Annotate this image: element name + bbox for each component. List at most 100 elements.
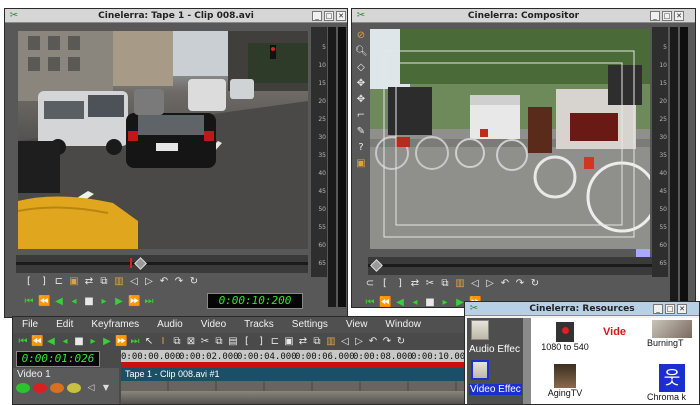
viewer-titlebar[interactable]: ✂ Cinelerra: Tape 1 - Clip 008.avi _ □ ✕ <box>5 9 347 23</box>
loop-icon[interactable]: ↻ <box>188 275 200 289</box>
undo-icon[interactable]: ↶ <box>158 275 170 289</box>
frame-forward-icon[interactable]: ▸ <box>98 295 110 309</box>
frame-forward-icon[interactable]: ▸ <box>439 296 451 307</box>
redo-icon[interactable]: ↷ <box>381 335 393 349</box>
cut-icon[interactable]: ✂ <box>199 335 211 349</box>
label-icon[interactable]: ▥ <box>113 275 125 289</box>
ibeam-tool-icon[interactable]: Ⅰ <box>157 335 169 349</box>
splice-icon[interactable]: ⊏ <box>53 275 65 289</box>
copy-icon[interactable]: ⧉ <box>439 277 451 291</box>
slider-handle[interactable] <box>134 257 147 270</box>
reverse-play-icon[interactable]: ◀ <box>394 296 406 307</box>
undo-icon[interactable]: ↶ <box>499 277 511 291</box>
out-point-icon[interactable]: ] <box>38 275 50 289</box>
folder-audio-effects[interactable]: Audio Effec <box>467 320 523 358</box>
frame-back-icon[interactable]: ◂ <box>59 335 71 349</box>
maximize-button[interactable]: □ <box>324 11 334 21</box>
next-label-icon[interactable]: ▷ <box>484 277 496 291</box>
out-point-icon[interactable]: ] <box>394 277 406 291</box>
compositor-position-slider[interactable] <box>368 257 652 275</box>
effect-agingtv[interactable]: AgingTV <box>537 364 593 404</box>
stop-icon[interactable]: ■ <box>83 295 95 309</box>
paste-icon[interactable]: ▤ <box>227 335 239 349</box>
prev-label-icon[interactable]: ◁ <box>469 277 481 291</box>
play-icon[interactable]: ▶ <box>101 335 113 349</box>
protect-icon[interactable]: ⊘ <box>355 29 367 43</box>
camera-icon[interactable]: ✥ <box>355 77 367 91</box>
minimize-button[interactable]: _ <box>650 11 660 21</box>
undo-icon[interactable]: ↶ <box>367 335 379 349</box>
safe-region-icon[interactable]: ▣ <box>355 157 367 171</box>
redo-icon[interactable]: ↷ <box>514 277 526 291</box>
loop-icon[interactable]: ↻ <box>529 277 541 291</box>
menu-settings[interactable]: Settings <box>283 317 337 333</box>
close-button[interactable]: ✕ <box>336 11 346 21</box>
help-icon[interactable]: ? <box>355 141 367 155</box>
frame-back-icon[interactable]: ◂ <box>68 295 80 309</box>
label-icon[interactable]: ▥ <box>454 277 466 291</box>
to-clip-icon[interactable]: ⇄ <box>83 275 95 289</box>
reverse-play-icon[interactable]: ◀ <box>45 335 57 349</box>
crop-icon[interactable]: ⌐ <box>355 109 367 123</box>
draw-media-icon[interactable] <box>67 383 81 393</box>
copy-icon[interactable]: ⧉ <box>98 275 110 289</box>
frame-forward-icon[interactable]: ▸ <box>87 335 99 349</box>
viewer-position-slider[interactable] <box>16 255 308 273</box>
copy-icon[interactable]: ⧉ <box>213 335 225 349</box>
effect-1080-to-540[interactable]: 1080 to 540 <box>537 322 593 356</box>
to-clip-icon[interactable]: ⇄ <box>409 277 421 291</box>
arm-track-icon[interactable] <box>33 383 47 393</box>
menu-view[interactable]: View <box>337 317 377 333</box>
play-icon[interactable]: ▶ <box>113 295 125 309</box>
fast-reverse-icon[interactable]: ⏪ <box>379 296 391 307</box>
go-in-icon[interactable]: ⊂ <box>364 277 376 291</box>
loop-icon[interactable]: ↻ <box>395 335 407 349</box>
stop-icon[interactable]: ■ <box>424 296 436 307</box>
fast-forward-icon[interactable]: ⏩ <box>128 295 140 309</box>
rewind-to-start-icon[interactable]: ⏮ <box>17 335 29 349</box>
overwrite-icon[interactable]: ▣ <box>283 335 295 349</box>
gang-icon[interactable] <box>50 383 64 393</box>
maximize-button[interactable]: □ <box>665 304 675 314</box>
menu-tracks[interactable]: Tracks <box>235 317 283 333</box>
mute-icon[interactable]: ◁ <box>84 383 98 393</box>
minimize-button[interactable]: _ <box>653 304 663 314</box>
menu-window[interactable]: Window <box>376 317 430 333</box>
folder-scrollbar[interactable] <box>523 318 531 404</box>
in-point-icon[interactable]: [ <box>379 277 391 291</box>
menu-file[interactable]: File <box>13 317 47 333</box>
compositor-titlebar[interactable]: ✂ Cinelerra: Compositor _ □ ✕ <box>352 9 695 23</box>
play-track-icon[interactable] <box>16 383 30 393</box>
maximize-button[interactable]: □ <box>662 11 672 21</box>
next-label-icon[interactable]: ▷ <box>143 275 155 289</box>
menu-video[interactable]: Video <box>192 317 235 333</box>
redo-icon[interactable]: ↷ <box>173 275 185 289</box>
frame-back-icon[interactable]: ◂ <box>409 296 421 307</box>
prev-label-icon[interactable]: ◁ <box>339 335 351 349</box>
minimize-button[interactable]: _ <box>312 11 322 21</box>
label-icon[interactable]: ▥ <box>325 335 337 349</box>
fast-reverse-icon[interactable]: ⏪ <box>31 335 43 349</box>
prev-label-icon[interactable]: ◁ <box>128 275 140 289</box>
splice-icon[interactable]: ⊏ <box>269 335 281 349</box>
slider-handle[interactable] <box>370 259 383 272</box>
jump-to-end-icon[interactable]: ⏭ <box>129 335 141 349</box>
fast-reverse-icon[interactable]: ⏪ <box>38 295 50 309</box>
eyedropper-icon[interactable]: ✎ <box>355 125 367 139</box>
overwrite-icon[interactable]: ▣ <box>68 275 80 289</box>
folder-video-effects[interactable]: Video Effec <box>467 360 523 398</box>
video-clip[interactable]: Tape 1 - Clip 008.avi #1 <box>121 368 471 404</box>
close-button[interactable]: ✕ <box>677 304 687 314</box>
stop-icon[interactable]: ■ <box>73 335 85 349</box>
rewind-to-start-icon[interactable]: ⏮ <box>23 295 35 309</box>
track-name[interactable]: Video 1 <box>17 369 51 380</box>
transition-icon[interactable]: ⊠ <box>185 335 197 349</box>
out-point-icon[interactable]: ] <box>255 335 267 349</box>
menu-keyframes[interactable]: Keyframes <box>82 317 148 333</box>
mask-icon[interactable]: ◇ <box>355 61 367 75</box>
rewind-to-start-icon[interactable]: ⏮ <box>364 296 376 307</box>
zoom-icon[interactable]: 🔍︎ <box>355 45 368 59</box>
arrow-tool-icon[interactable]: ↖ <box>143 335 155 349</box>
expand-track-icon[interactable]: ▼ <box>101 383 111 393</box>
in-point-icon[interactable]: [ <box>23 275 35 289</box>
